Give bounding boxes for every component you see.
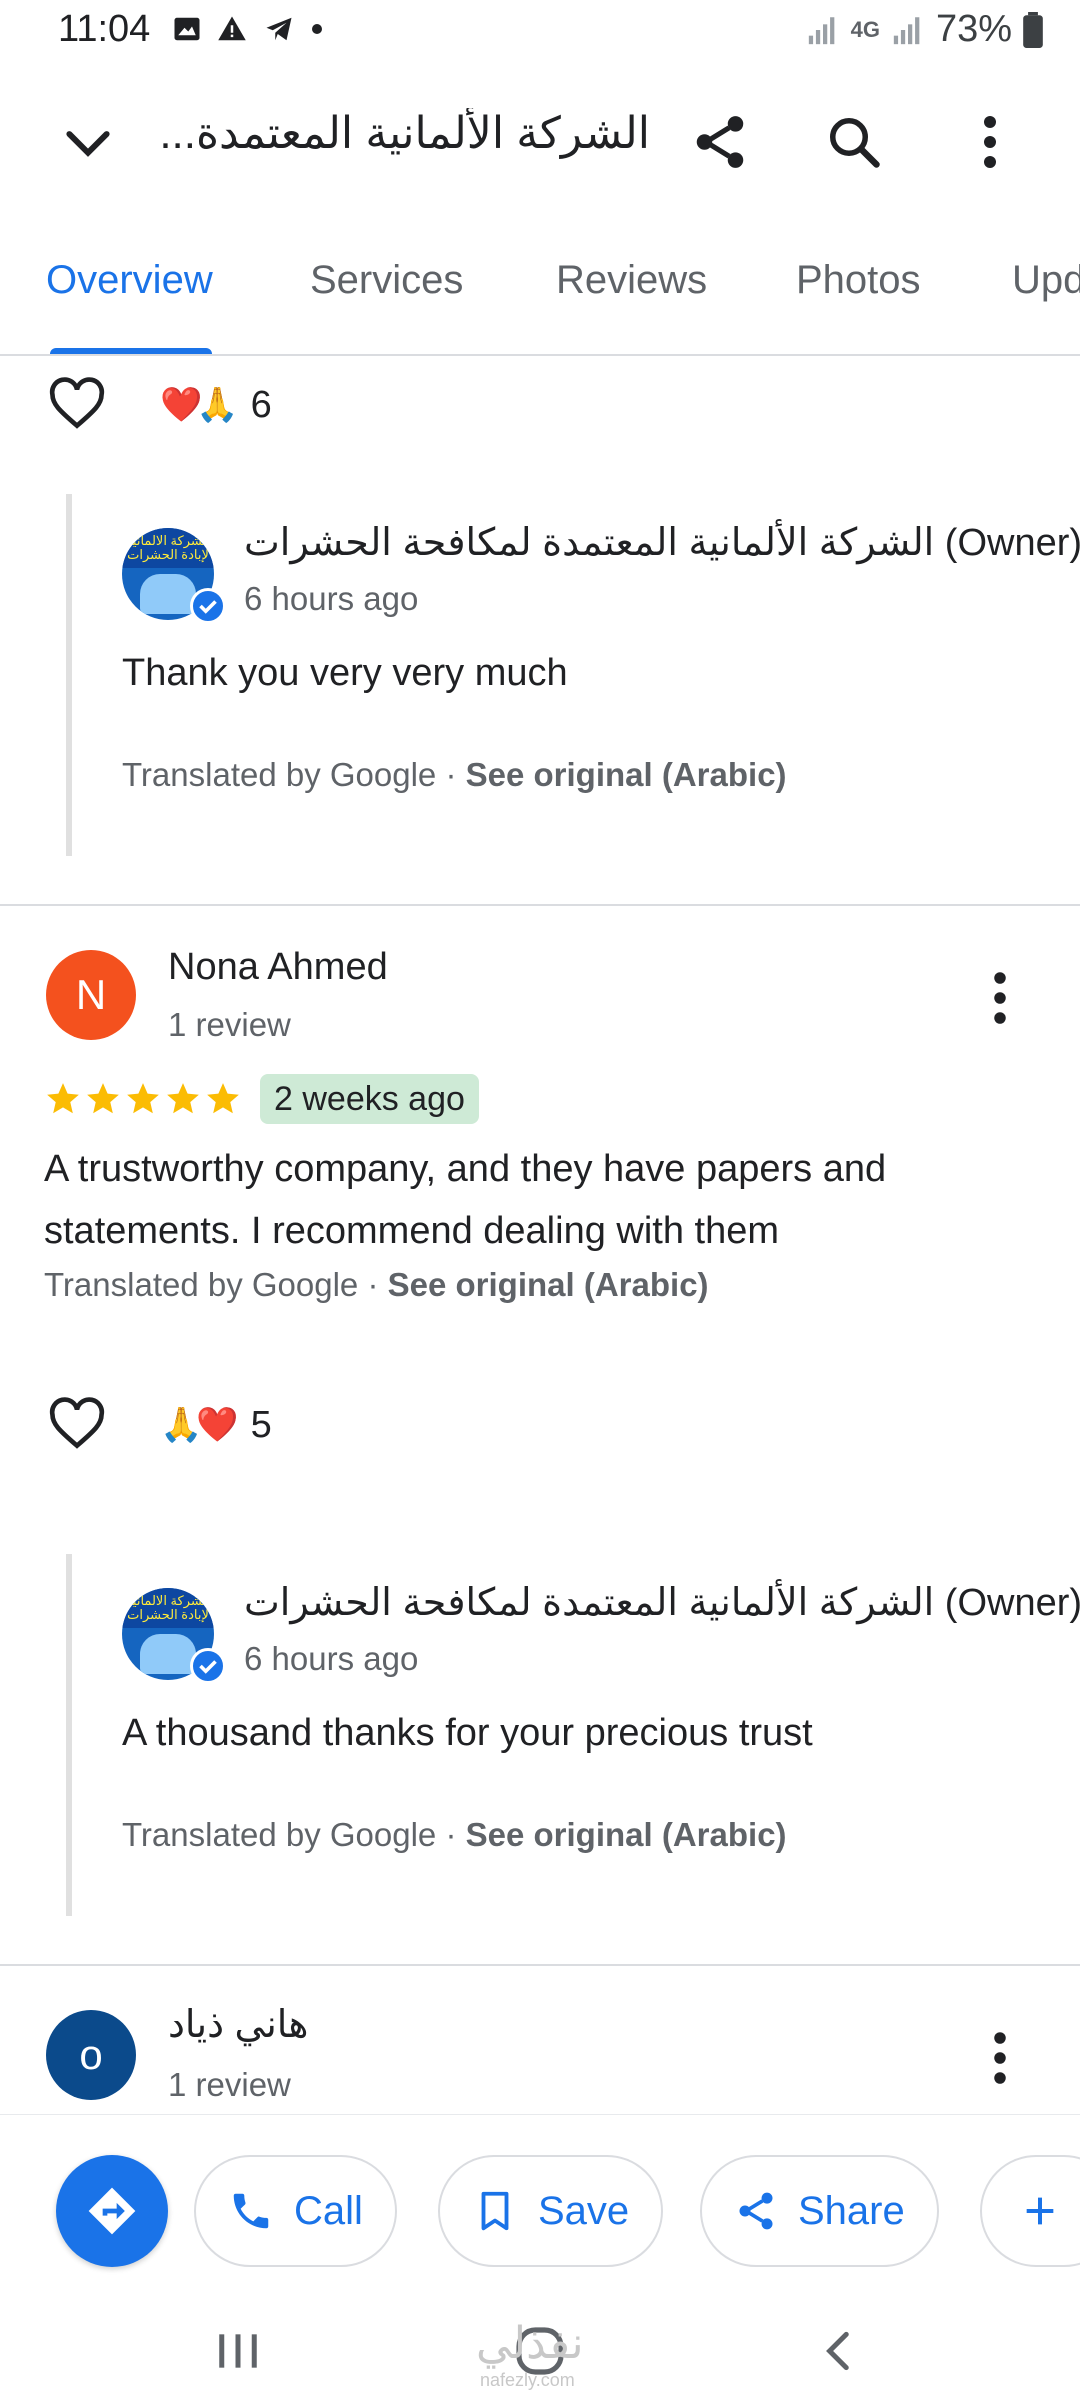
review-card: o هاني ذياد 1 review — [0, 1966, 1080, 2114]
share-top-button[interactable] — [684, 106, 756, 178]
reviewer-review-count: 1 review — [168, 2066, 291, 2103]
owner-name: الشركة الألمانية المعتمدة لمكافحة الحشرا… — [244, 522, 1080, 564]
owner-name: الشركة الألمانية المعتمدة لمكافحة الحشرا… — [244, 1582, 1080, 1624]
translation-note: Translated by Google · See original (Ara… — [122, 756, 787, 793]
status-bar: 11:04 4G 73% — [0, 0, 1080, 64]
system-nav-bar: نفذلي nafezly.com — [0, 2294, 1080, 2408]
reviews-feed: ❤️🙏 6 الشركة الالمانية لإبادة الحشرات ال… — [0, 358, 1080, 2114]
more-options-button[interactable] — [954, 106, 1026, 178]
app-bar: الشركة الألمانية المعتمدة... — [0, 82, 1080, 202]
owner-reply-time: 6 hours ago — [244, 580, 419, 617]
verified-badge-icon — [190, 588, 226, 624]
owner-avatar-text: الشركة الالمانية لإبادة الحشرات — [122, 528, 214, 568]
gallery-icon — [174, 17, 200, 41]
back-chevron-icon — [826, 2331, 849, 2371]
battery-percent: 73% — [935, 8, 1012, 50]
reaction-row: ❤️🙏 6 — [46, 370, 272, 440]
verified-badge-icon — [190, 1648, 226, 1684]
watermark-url: nafezly.com — [480, 2370, 575, 2390]
star-icon — [87, 1083, 119, 1114]
plus-icon — [1026, 2197, 1054, 2225]
status-time: 11:04 — [58, 8, 151, 50]
tab-updates[interactable]: Upd — [1012, 258, 1080, 303]
star-icon — [207, 1083, 239, 1114]
status-right: 4G 73% — [805, 8, 1044, 51]
dot-icon — [312, 24, 322, 34]
share-button[interactable]: Share — [700, 2155, 939, 2267]
reviewer-name[interactable]: هاني ذياد — [168, 2002, 308, 2047]
bookmark-icon — [481, 2191, 509, 2231]
search-icon — [830, 118, 880, 168]
owner-avatar-text: الشركة الالمانية لإبادة الحشرات — [122, 1588, 214, 1628]
more-actions-button[interactable] — [980, 2155, 1080, 2267]
see-original-link[interactable]: See original (Arabic) — [388, 1266, 709, 1303]
action-bar: Call Save Share — [0, 2114, 1080, 2294]
reaction-emojis: ❤️🙏 — [160, 386, 239, 424]
save-button[interactable]: Save — [438, 2155, 664, 2267]
share-icon — [696, 116, 744, 168]
star-icon — [127, 1083, 159, 1114]
review-more-icon[interactable] — [980, 968, 1020, 1028]
star-icon — [47, 1083, 79, 1114]
warning-icon — [218, 16, 246, 41]
save-label: Save — [538, 2188, 630, 2233]
signal-icon-2 — [893, 16, 920, 44]
chevron-down-icon — [66, 131, 110, 157]
notification-icons — [172, 14, 324, 44]
active-tab-indicator — [50, 348, 212, 354]
reaction-count: 5 — [250, 1403, 272, 1446]
review-text: A trustworthy company, and they have pap… — [44, 1148, 887, 1252]
network-type: 4G — [850, 16, 880, 42]
owner-reply: الشركة الالمانية لإبادة الحشرات الشركة ا… — [66, 494, 1080, 856]
reviewer-avatar[interactable]: o — [46, 2010, 136, 2100]
reviewer-avatar[interactable]: N — [46, 950, 136, 1040]
reaction-count: 6 — [250, 383, 272, 426]
share-icon — [739, 2192, 773, 2230]
star-rating — [44, 1080, 242, 1118]
tab-reviews[interactable]: Reviews — [556, 258, 707, 303]
call-button[interactable]: Call — [194, 2155, 397, 2267]
recents-icon — [219, 2334, 257, 2368]
telegram-icon — [266, 17, 292, 41]
directions-icon — [88, 2187, 136, 2235]
review-more-icon[interactable] — [980, 2028, 1020, 2088]
directions-button[interactable] — [56, 2155, 168, 2267]
collapse-button[interactable] — [56, 110, 120, 174]
watermark-logo: نفذلي — [476, 2319, 584, 2368]
like-heart-icon[interactable] — [46, 1394, 108, 1456]
review-time-badge: 2 weeks ago — [260, 1074, 479, 1124]
recents-button[interactable] — [198, 2316, 278, 2386]
owner-reply-time: 6 hours ago — [244, 1640, 419, 1677]
battery-icon — [1023, 11, 1043, 48]
signal-icon — [808, 16, 834, 44]
page-title: الشركة الألمانية المعتمدة... — [159, 109, 650, 158]
reviewer-name[interactable]: Nona Ahmed — [168, 946, 388, 989]
call-label: Call — [294, 2188, 363, 2233]
translation-note: Translated by Google · See original (Ara… — [44, 1266, 709, 1303]
owner-reply-text: Thank you very very much — [122, 652, 568, 694]
tab-services[interactable]: Services — [310, 258, 463, 303]
see-original-link[interactable]: See original (Arabic) — [466, 1816, 787, 1853]
like-heart-icon[interactable] — [46, 374, 108, 436]
tab-photos[interactable]: Photos — [796, 258, 921, 303]
tab-overview[interactable]: Overview — [46, 258, 213, 303]
back-button[interactable] — [800, 2316, 880, 2386]
reviewer-review-count: 1 review — [168, 1006, 291, 1043]
owner-reply: الشركة الالمانية لإبادة الحشرات الشركة ا… — [66, 1554, 1080, 1916]
tab-bar: Overview Services Reviews Photos Upd — [0, 248, 1080, 356]
more-vert-icon — [984, 116, 996, 168]
share-label: Share — [798, 2188, 905, 2233]
see-original-link[interactable]: See original (Arabic) — [466, 756, 787, 793]
reaction-emojis: 🙏❤️ — [160, 1406, 239, 1444]
translation-note: Translated by Google · See original (Ara… — [122, 1816, 787, 1853]
search-button[interactable] — [818, 106, 890, 178]
phone-icon — [233, 2193, 269, 2229]
star-icon — [167, 1083, 199, 1114]
owner-reply-text: A thousand thanks for your precious trus… — [122, 1712, 813, 1754]
reaction-row: 🙏❤️ 5 — [46, 1390, 272, 1460]
